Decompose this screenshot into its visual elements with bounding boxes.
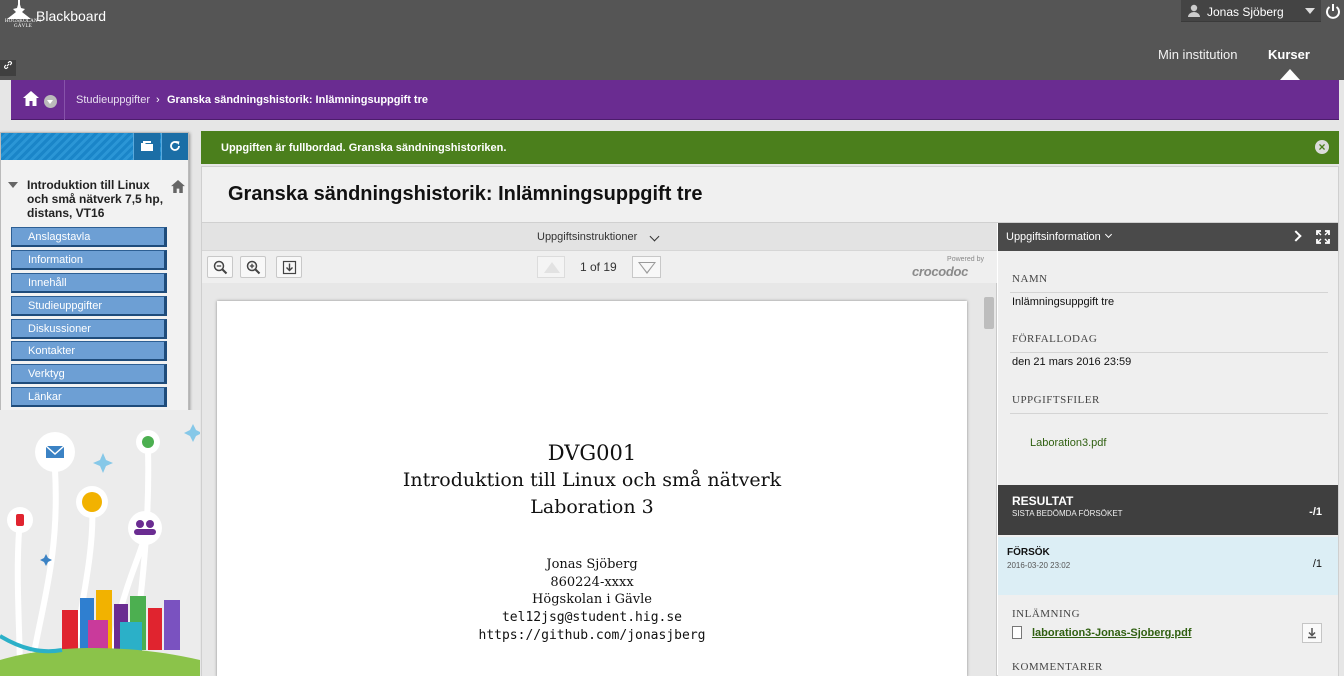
chevron-right-icon[interactable]: [1290, 230, 1302, 242]
doc-course-code: DVG001: [547, 441, 637, 465]
page-title-area: Granska sändningshistorik: Inlämningsupp…: [202, 167, 1338, 223]
doc-url: https://github.com/jonasjberg: [478, 628, 706, 643]
due-date-label: FÖRFALLODAG: [1012, 333, 1098, 345]
scrollbar-thumb[interactable]: [984, 297, 994, 329]
download-submission-button[interactable]: [1302, 623, 1322, 643]
comments-label: KOMMENTARER: [1012, 661, 1103, 673]
document-scrollbar[interactable]: [982, 293, 996, 676]
document-page: DVG001 Introduktion till Linux och små n…: [217, 301, 967, 676]
next-page-button[interactable]: [632, 256, 661, 278]
result-title: RESULTAT: [1012, 494, 1074, 508]
chevron-down-icon: [1104, 230, 1113, 239]
zoom-in-icon: [246, 260, 261, 275]
divider: [1010, 352, 1328, 353]
user-name: Jonas Sjöberg: [1207, 5, 1284, 19]
folder-view-icon[interactable]: [133, 133, 160, 160]
course-menu-items: Anslagstavla Information Innehåll Studie…: [11, 227, 168, 410]
tab-kurser[interactable]: Kurser: [1268, 47, 1310, 62]
result-score: -/1: [1309, 506, 1322, 518]
attempt-row[interactable]: FÖRSÖK 2016-03-20 23:02 /1: [998, 537, 1338, 595]
submission-file-link[interactable]: laboration3-Jonas-Sjoberg.pdf: [1032, 627, 1192, 639]
chevron-down-icon: [649, 231, 660, 242]
viewer-toolbar: 1 of 19 Powered by crocodoc: [202, 251, 997, 283]
divider: [1010, 413, 1328, 414]
menu-item-verktyg[interactable]: Verktyg: [11, 364, 167, 385]
success-message-text: Uppgiften är fullbordad. Granska sändnin…: [221, 142, 507, 154]
doc-course-name: Introduktion till Linux och små nätverk: [402, 469, 782, 491]
menu-item-innehall[interactable]: Innehåll: [11, 272, 167, 293]
link-icon[interactable]: [0, 60, 16, 76]
breadcrumb: Studieuppgifter › Granska sändningshisto…: [11, 80, 1339, 120]
divider: [1010, 292, 1328, 293]
decorative-illustration: [0, 410, 200, 676]
refresh-icon[interactable]: [161, 133, 188, 160]
powered-by-label: Powered by: [947, 256, 984, 263]
doc-school: Högskolan i Gävle: [532, 592, 652, 607]
assignment-files-label: UPPGIFTSFILER: [1012, 394, 1100, 406]
university-logo[interactable]: HÖGSKOLAN I GÄVLE: [3, 0, 41, 34]
home-icon[interactable]: [23, 91, 39, 106]
submission-label: INLÄMNING: [1012, 608, 1081, 620]
attempt-date: 2016-03-20 23:02: [1007, 561, 1071, 570]
breadcrumb-menu-icon[interactable]: [44, 95, 57, 108]
page-indicator: 1 of 19: [580, 260, 617, 274]
menu-item-kontakter[interactable]: Kontakter: [11, 341, 167, 362]
download-icon: [282, 260, 297, 275]
logout-icon[interactable]: [1324, 2, 1342, 20]
attempt-title: FÖRSÖK: [1007, 547, 1050, 558]
page-title: Granska sändningshistorik: Inlämningsupp…: [228, 183, 703, 205]
download-icon: [1308, 628, 1316, 639]
instructions-toggle[interactable]: Uppgiftsinstruktioner: [202, 223, 997, 251]
file-icon: [1012, 626, 1022, 639]
doc-personal-id: 860224-xxxx: [550, 575, 634, 590]
course-title[interactable]: Introduktion till Linux och små nätverk …: [27, 178, 172, 220]
info-panel-header[interactable]: Uppgiftsinformation: [998, 223, 1338, 251]
user-menu[interactable]: Jonas Sjöberg: [1181, 0, 1321, 22]
close-icon[interactable]: ×: [1315, 140, 1329, 154]
doc-email: tel12jsg@student.hig.se: [501, 610, 682, 625]
chevron-down-icon: [1305, 8, 1315, 14]
due-date-value: den 21 mars 2016 23:59: [1012, 356, 1132, 368]
brand-name[interactable]: Blackboard: [36, 8, 106, 24]
tab-min-institution[interactable]: Min institution: [1158, 47, 1237, 62]
document-viewer: Uppgiftsinstruktioner 1 of 19 Powered by…: [202, 223, 997, 676]
assignment-name: Inlämningsuppgift tre: [1012, 296, 1115, 308]
zoom-out-button[interactable]: [207, 256, 233, 278]
course-menu: Introduktion till Linux och små nätverk …: [0, 132, 189, 424]
result-header: RESULTAT SISTA BEDÖMDA FÖRSÖKET -/1: [998, 485, 1338, 535]
result-subtitle: SISTA BEDÖMDA FÖRSÖKET: [1012, 509, 1123, 518]
course-menu-toolbar: [1, 133, 188, 160]
top-header: HÖGSKOLAN I GÄVLE Blackboard Jonas Sjöbe…: [0, 0, 1344, 80]
download-button[interactable]: [276, 256, 302, 278]
assignment-info-panel: Uppgiftsinformation NAMN Inlämningsuppgi…: [998, 223, 1338, 676]
info-panel-title: Uppgiftsinformation: [1006, 231, 1101, 243]
collapse-course-icon[interactable]: [8, 182, 18, 188]
zoom-in-button[interactable]: [240, 256, 266, 278]
attempt-score: /1: [1312, 558, 1322, 570]
menu-item-lankar[interactable]: Länkar: [11, 387, 167, 408]
active-tab-pointer: [1280, 69, 1300, 80]
doc-lab-title: Laboration 3: [530, 496, 654, 518]
previous-page-button[interactable]: [537, 256, 565, 278]
expand-icon[interactable]: [1316, 230, 1330, 244]
crocodoc-logo: Powered by crocodoc: [902, 256, 988, 279]
breadcrumb-current: Granska sändningshistorik: Inlämningsupp…: [167, 94, 428, 106]
menu-item-anslagstavla[interactable]: Anslagstavla: [11, 227, 167, 247]
course-home-icon[interactable]: [171, 180, 185, 193]
user-icon: [1188, 4, 1200, 17]
assignment-file-link[interactable]: Laboration3.pdf: [1030, 437, 1106, 449]
instructions-label: Uppgiftsinstruktioner: [537, 231, 638, 243]
name-label: NAMN: [1012, 273, 1048, 285]
crocodoc-wordmark: crocodoc: [912, 264, 969, 279]
menu-item-information[interactable]: Information: [11, 249, 167, 270]
menu-item-diskussioner[interactable]: Diskussioner: [11, 318, 167, 339]
menu-item-studieuppgifter[interactable]: Studieuppgifter: [11, 295, 167, 316]
doc-author: Jonas Sjöberg: [546, 557, 638, 572]
breadcrumb-studieuppgifter[interactable]: Studieuppgifter: [76, 94, 150, 106]
main-content: Granska sändningshistorik: Inlämningsupp…: [201, 166, 1339, 676]
breadcrumb-separator: ›: [156, 94, 160, 106]
zoom-out-icon: [213, 260, 228, 275]
breadcrumb-home[interactable]: [11, 80, 65, 120]
success-message: Uppgiften är fullbordad. Granska sändnin…: [201, 131, 1339, 164]
